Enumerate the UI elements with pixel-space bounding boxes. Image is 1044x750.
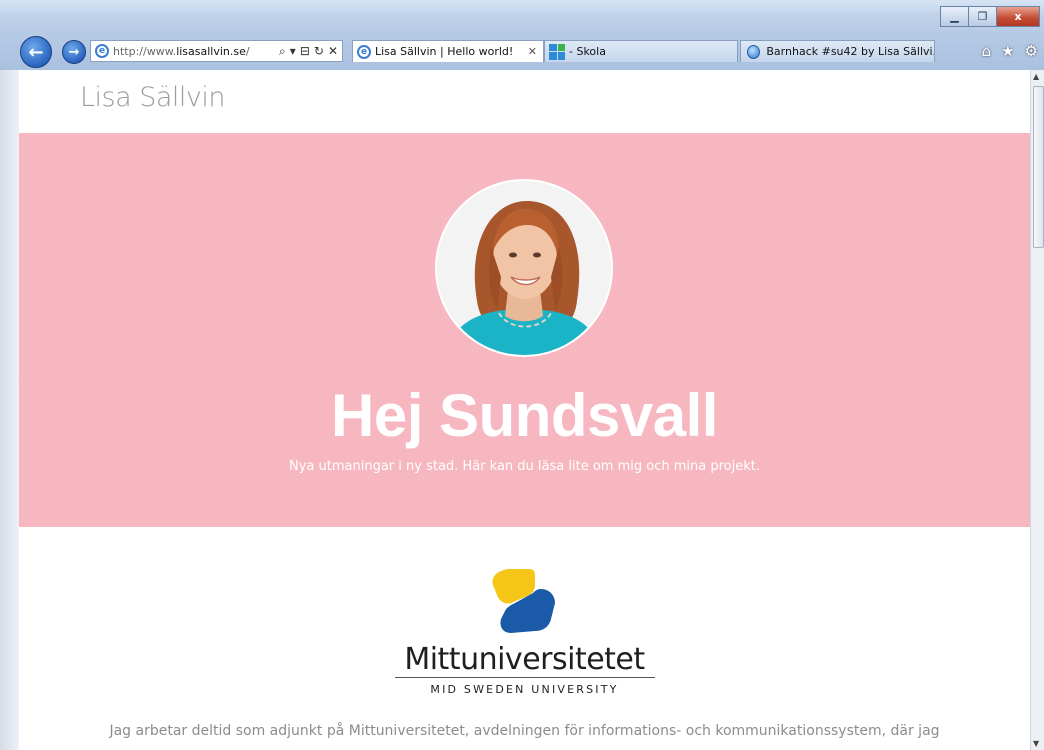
university-subtitle: MID SWEDEN UNIVERSITY — [430, 683, 619, 696]
chevron-down-icon[interactable]: ▾ — [290, 44, 296, 58]
title-bar — [0, 0, 1044, 12]
tab-label: Barnhack #su42 by Lisa Sällvi... — [766, 45, 934, 58]
address-bar[interactable]: e http://www. lisasallvin.se / ⌕ ▾ ⊟ ↻ ✕ — [90, 40, 343, 62]
scroll-down-icon[interactable]: ▼ — [1033, 739, 1039, 748]
tab-label: - Skola — [569, 45, 606, 58]
window-controls: ▁ ❐ x — [940, 6, 1040, 27]
stop-icon[interactable]: ✕ — [328, 44, 338, 58]
page-viewport: Lisa Sällvin Hej Sundsvall Nya utmaninga… — [19, 70, 1030, 750]
minimize-button[interactable]: ▁ — [940, 6, 969, 27]
vertical-scrollbar[interactable]: ▲ ▼ — [1030, 70, 1044, 750]
tab-skola[interactable]: - Skola — [544, 40, 738, 62]
forward-button[interactable]: → — [62, 40, 86, 64]
address-tools: ⌕ ▾ ⊟ ↻ ✕ — [279, 44, 342, 59]
refresh-icon[interactable]: ↻ — [314, 44, 324, 58]
site-title-link[interactable]: Lisa Sällvin — [80, 82, 226, 113]
favorites-icon[interactable]: ★ — [1001, 42, 1014, 60]
compatibility-view-icon[interactable]: ⊟ — [300, 44, 310, 58]
gear-icon[interactable]: ⚙ — [1025, 42, 1038, 60]
navigation-bar: ← → e http://www. lisasallvin.se / ⌕ ▾ ⊟… — [0, 36, 1044, 68]
close-tab-icon[interactable]: ✕ — [528, 45, 537, 58]
site-header: Lisa Sällvin — [19, 70, 1030, 133]
home-icon[interactable]: ⌂ — [982, 42, 992, 60]
hero-subtitle: Nya utmaningar i ny stad. Här kan du läs… — [289, 459, 760, 474]
university-name: Mittuniversitetet — [404, 642, 645, 677]
window-frame-left — [0, 70, 20, 750]
logo-divider — [395, 677, 655, 678]
close-window-button[interactable]: x — [996, 6, 1040, 27]
windows-grid-icon — [549, 43, 565, 60]
url-suffix: / — [245, 44, 250, 58]
tab-label: Lisa Sällvin | Hello world! — [375, 45, 514, 58]
intro-paragraph: Jag arbetar deltid som adjunkt på Mittun… — [109, 723, 940, 739]
search-icon[interactable]: ⌕ — [279, 44, 286, 59]
ie-page-icon: e — [95, 44, 109, 58]
url-domain: lisasallvin.se — [176, 44, 246, 58]
portrait-illustration — [437, 181, 611, 355]
tab-barnhack[interactable]: Barnhack #su42 by Lisa Sällvi... — [740, 40, 935, 62]
profile-photo — [435, 179, 613, 357]
ie-page-icon: e — [357, 44, 371, 59]
university-section: Mittuniversitetet MID SWEDEN UNIVERSITY … — [19, 527, 1030, 750]
scroll-up-icon[interactable]: ▲ — [1033, 72, 1039, 81]
command-icons: ⌂ ★ ⚙ — [982, 42, 1038, 60]
hero-heading: Hej Sundsvall — [331, 382, 718, 449]
url-prefix: http://www. — [113, 44, 177, 58]
tab-lisa-sallvin[interactable]: e Lisa Sällvin | Hello world! ✕ — [352, 40, 544, 62]
university-logo-icon — [492, 569, 555, 633]
browser-chrome: ▁ ❐ x ← → e http://www. lisasallvin.se /… — [0, 0, 1044, 71]
back-button[interactable]: ← — [20, 36, 52, 68]
maximize-button[interactable]: ❐ — [968, 6, 997, 27]
globe-icon — [747, 44, 761, 59]
scrollbar-thumb[interactable] — [1033, 86, 1044, 248]
hero-section: Hej Sundsvall Nya utmaningar i ny stad. … — [19, 133, 1030, 527]
